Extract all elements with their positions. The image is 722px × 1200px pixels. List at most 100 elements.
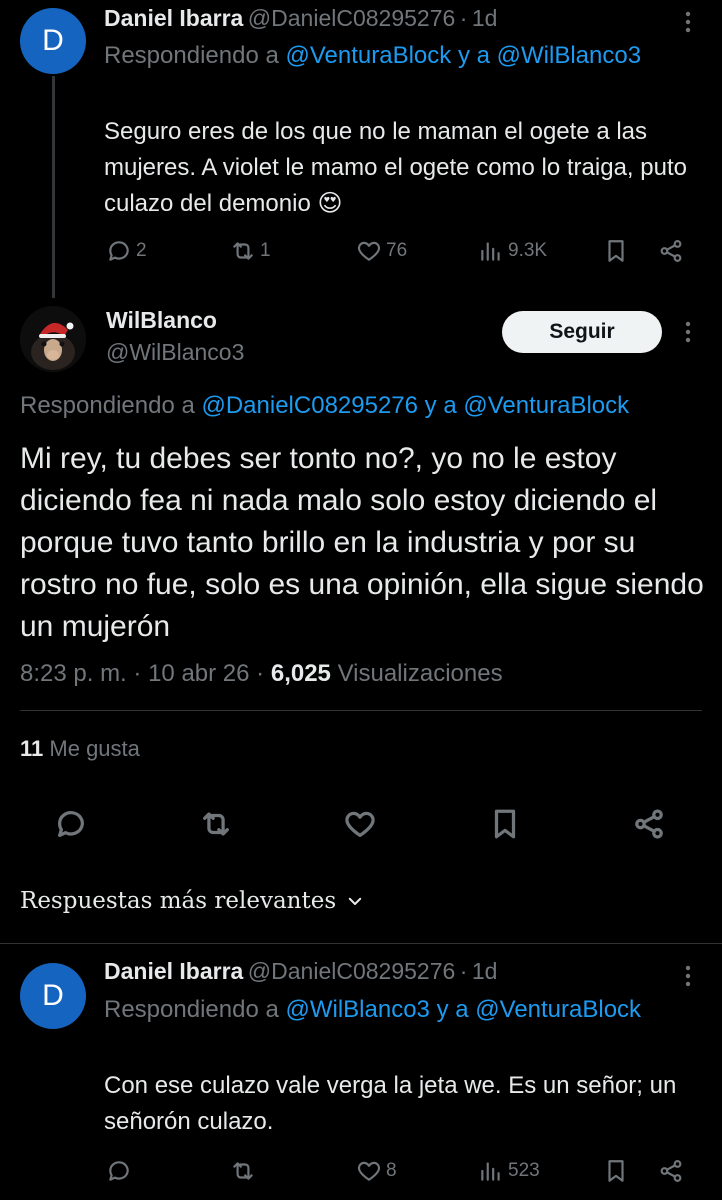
analytics-icon bbox=[481, 1162, 500, 1181]
replying-joiner: y a bbox=[457, 42, 490, 69]
avatar-letter: D bbox=[42, 24, 64, 57]
tweet-text: Con ese culazo vale verga la jeta we. Es… bbox=[104, 1072, 677, 1135]
timestamp[interactable]: 1d bbox=[472, 5, 498, 31]
reply-icon bbox=[109, 241, 129, 261]
mention-link[interactable]: @VenturaBlock bbox=[475, 996, 641, 1023]
mention-link[interactable]: @VenturaBlock bbox=[285, 42, 451, 69]
sort-replies-dropdown[interactable]: Respuestas más relevantes bbox=[20, 888, 364, 914]
bookmark-icon bbox=[608, 240, 624, 262]
author-name[interactable]: Daniel Ibarra bbox=[104, 958, 243, 984]
replying-prefix: Respondiendo a bbox=[104, 996, 279, 1023]
avatar-letter: D bbox=[42, 979, 64, 1012]
separator: · bbox=[256, 660, 265, 687]
like-button[interactable]: 76 bbox=[356, 238, 407, 264]
bookmark-button[interactable] bbox=[603, 238, 629, 264]
likes-count: 11 bbox=[20, 736, 44, 761]
author-handle[interactable]: @WilBlanco3 bbox=[106, 335, 244, 369]
like-count: 76 bbox=[386, 240, 408, 261]
timestamp[interactable]: 1d bbox=[472, 958, 498, 984]
reply-icon bbox=[58, 811, 84, 837]
heart-icon bbox=[345, 811, 375, 837]
separator: · bbox=[133, 660, 142, 687]
mention-link[interactable]: @WilBlanco3 bbox=[497, 42, 641, 69]
more-icon bbox=[685, 321, 691, 343]
profile-photo-icon bbox=[20, 306, 86, 372]
replying-prefix: Respondiendo a bbox=[104, 42, 279, 69]
like-count: 8 bbox=[386, 1160, 397, 1181]
replying-to: Respondiendo a @WilBlanco3 y a @VenturaB… bbox=[104, 992, 694, 1028]
like-button[interactable]: 8 bbox=[356, 1158, 397, 1184]
repost-button[interactable] bbox=[199, 807, 233, 841]
replying-joiner: y a bbox=[424, 392, 457, 419]
share-button[interactable] bbox=[632, 807, 666, 841]
share-button[interactable] bbox=[658, 238, 684, 264]
heart-icon bbox=[357, 1161, 381, 1181]
bookmark-button[interactable] bbox=[603, 1158, 629, 1184]
tweet-text: Mi rey, tu debes ser tonto no?, yo no le… bbox=[20, 442, 704, 643]
mention-link[interactable]: @VenturaBlock bbox=[463, 392, 629, 419]
repost-count: 1 bbox=[260, 240, 271, 261]
repost-button[interactable]: 1 bbox=[230, 238, 271, 264]
analytics-icon bbox=[481, 242, 500, 261]
bookmark-button[interactable] bbox=[488, 807, 522, 841]
reply-button[interactable]: 2 bbox=[106, 238, 147, 264]
reply-icon bbox=[109, 1161, 129, 1181]
separator: · bbox=[459, 958, 468, 984]
views-count: 6,025 bbox=[270, 660, 331, 687]
replying-to: Respondiendo a @VenturaBlock y a @WilBla… bbox=[104, 38, 694, 74]
more-menu-button[interactable] bbox=[676, 962, 700, 990]
divider bbox=[0, 943, 722, 944]
mention-link[interactable]: @DanielC08295276 bbox=[201, 392, 418, 419]
author-handle[interactable]: @DanielC08295276 bbox=[248, 958, 456, 984]
mention-link[interactable]: @WilBlanco3 bbox=[285, 996, 429, 1023]
tweet-header: Daniel Ibarra @DanielC08295276 · 1d bbox=[104, 958, 497, 985]
more-icon bbox=[685, 11, 691, 33]
like-button[interactable] bbox=[343, 807, 377, 841]
author-block: WilBlanco @WilBlanco3 bbox=[106, 305, 244, 369]
repost-icon bbox=[233, 1162, 253, 1180]
more-menu-button[interactable] bbox=[676, 8, 700, 36]
author-handle[interactable]: @DanielC08295276 bbox=[248, 5, 456, 31]
share-icon bbox=[660, 1160, 682, 1182]
tweet-header: Daniel Ibarra @DanielC08295276 · 1d bbox=[104, 5, 497, 32]
views-count: 523 bbox=[508, 1160, 540, 1181]
views-button[interactable]: 523 bbox=[478, 1158, 540, 1184]
more-menu-button[interactable] bbox=[676, 318, 700, 346]
author-name[interactable]: Daniel Ibarra bbox=[104, 5, 243, 31]
likes-summary[interactable]: 11 Me gusta bbox=[20, 734, 140, 764]
separator: · bbox=[459, 5, 468, 31]
tweet-text: Seguro eres de los que no le maman el og… bbox=[104, 118, 687, 217]
heart-icon bbox=[357, 241, 381, 261]
likes-label: Me gusta bbox=[49, 736, 140, 761]
repost-button[interactable] bbox=[230, 1158, 260, 1184]
sort-label: Respuestas más relevantes bbox=[20, 888, 337, 914]
replying-prefix: Respondiendo a bbox=[20, 392, 195, 419]
divider bbox=[20, 784, 702, 785]
avatar[interactable]: D bbox=[20, 963, 86, 1029]
date[interactable]: 10 abr 26 bbox=[148, 660, 249, 687]
views-count: 9.3K bbox=[508, 240, 548, 261]
views-label: Visualizaciones bbox=[337, 660, 503, 687]
share-icon bbox=[660, 240, 682, 262]
share-icon bbox=[635, 809, 663, 839]
share-button[interactable] bbox=[658, 1158, 684, 1184]
bookmark-icon bbox=[494, 809, 516, 839]
repost-icon bbox=[203, 812, 229, 836]
avatar[interactable] bbox=[20, 306, 86, 372]
more-icon bbox=[685, 965, 691, 987]
reply-count: 2 bbox=[136, 240, 147, 261]
views-button[interactable]: 9.3K bbox=[478, 238, 547, 264]
tweet-meta: 8:23 p. m. · 10 abr 26 · 6,025 Visualiza… bbox=[20, 658, 503, 690]
thread-line bbox=[52, 76, 55, 298]
bookmark-icon bbox=[608, 1160, 624, 1182]
avatar[interactable]: D bbox=[20, 8, 86, 74]
replying-to: Respondiendo a @DanielC08295276 y a @Ven… bbox=[20, 388, 710, 424]
replying-joiner: y a bbox=[436, 996, 469, 1023]
follow-button[interactable]: Seguir bbox=[502, 311, 662, 353]
reply-button[interactable] bbox=[54, 807, 88, 841]
divider bbox=[20, 710, 702, 711]
reply-button[interactable] bbox=[106, 1158, 136, 1184]
author-name[interactable]: WilBlanco bbox=[106, 305, 244, 335]
chevron-down-icon bbox=[348, 897, 362, 905]
timestamp[interactable]: 8:23 p. m. bbox=[20, 660, 127, 687]
